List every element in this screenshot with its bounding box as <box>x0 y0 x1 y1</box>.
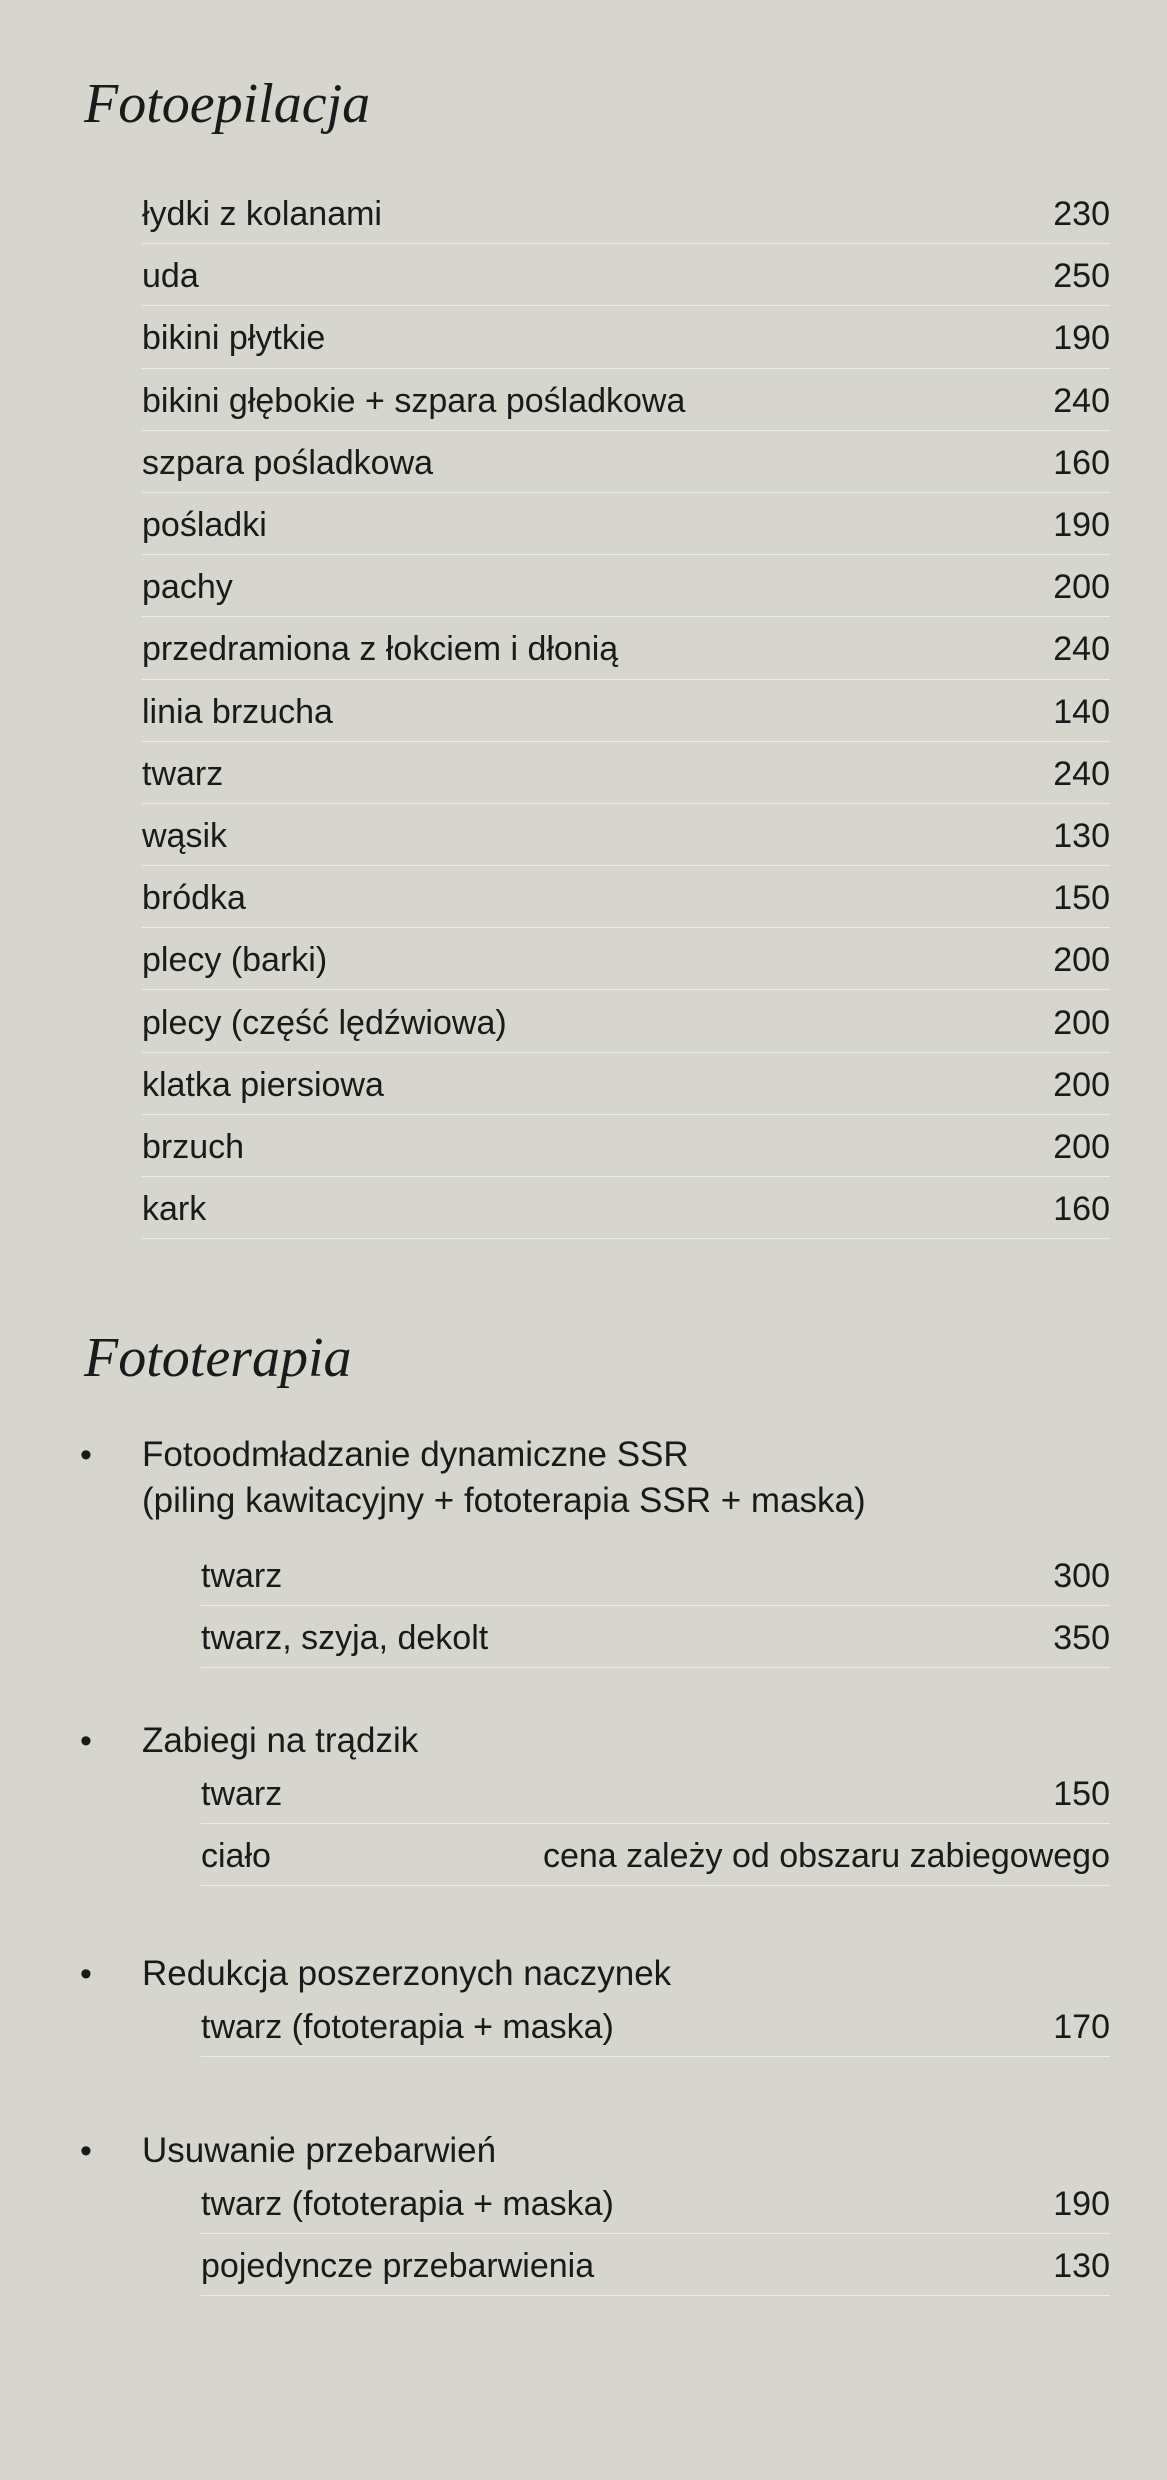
price-row: brzuch 200 <box>142 1115 1110 1177</box>
price-row: wąsik 130 <box>142 804 1110 867</box>
treatment-price: 160 <box>1053 1190 1110 1229</box>
treatment-name: bikini płytkie <box>142 319 326 358</box>
treatment-price: 350 <box>1053 1619 1110 1658</box>
price-row: bikini płytkie 190 <box>142 306 1110 369</box>
group-title-line: Fotoodmładzanie dynamiczne SSR <box>142 1435 689 1474</box>
treatment-name: plecy (część lędźwiowa) <box>142 1003 507 1042</box>
treatment-name: twarz <box>201 1775 283 1814</box>
treatment-name: twarz <box>142 754 224 793</box>
treatment-name: bródka <box>142 879 246 918</box>
treatment-name: linia brzucha <box>142 692 333 731</box>
treatment-price: 200 <box>1053 1127 1110 1166</box>
group-subtitle-line: (piling kawitacyjny + fototerapia SSR + … <box>142 1481 866 1520</box>
group-price-list: twarz (fototerapia + maska) 170 <box>201 1995 1110 2058</box>
price-row: twarz 150 <box>201 1762 1110 1825</box>
treatment-price: cena zależy od obszaru zabiegowego <box>542 1837 1110 1876</box>
group-title: Redukcja poszerzonych naczynek <box>142 1954 672 1993</box>
price-row: bikini głębokie + szpara pośladkowa 240 <box>142 369 1110 431</box>
price-row: klatka piersiowa 200 <box>142 1053 1110 1115</box>
bullet-marker: • <box>80 1436 92 1474</box>
price-row: plecy (część lędźwiowa) 200 <box>142 990 1110 1053</box>
treatment-name: bikini głębokie + szpara pośladkowa <box>142 381 686 420</box>
price-row: twarz (fototerapia + maska) 170 <box>201 1995 1110 2058</box>
treatment-name: szpara pośladkowa <box>142 443 434 482</box>
price-row: pojedyncze przebarwienia 130 <box>201 2234 1110 2297</box>
price-row: łydki z kolanami 230 <box>142 182 1110 245</box>
treatment-price: 150 <box>1053 879 1110 918</box>
treatment-price: 160 <box>1053 443 1110 482</box>
fotoepilacja-price-list: łydki z kolanami 230 uda 250 bikini płytki… <box>142 182 1110 1240</box>
group-price-list: twarz 300 twarz, szyja, dekolt 350 <box>201 1544 1110 1669</box>
bullet-marker: • <box>80 1955 92 1993</box>
treatment-price: 200 <box>1053 1003 1110 1042</box>
price-row: szpara pośladkowa 160 <box>142 431 1110 493</box>
treatment-name: łydki z kolanami <box>142 195 382 234</box>
treatment-price: 230 <box>1053 195 1110 234</box>
treatment-price: 130 <box>1053 2247 1110 2286</box>
group-title: Usuwanie przebarwień <box>142 2131 497 2170</box>
treatment-price: 250 <box>1053 257 1110 296</box>
treatment-name: uda <box>142 257 199 296</box>
treatment-price: 200 <box>1053 941 1110 980</box>
treatment-price: 190 <box>1053 506 1110 545</box>
group-title: Fotoodmładzanie dynamiczne SSR (piling k… <box>142 1432 866 1524</box>
treatment-name: klatka piersiowa <box>142 1065 384 1104</box>
price-row: plecy (barki) 200 <box>142 928 1110 991</box>
price-row: pachy 200 <box>142 555 1110 618</box>
group-price-list: twarz (fototerapia + maska) 190 pojedyncz… <box>201 2172 1110 2297</box>
bullet-marker: • <box>80 2132 92 2170</box>
treatment-price: 200 <box>1053 1065 1110 1104</box>
price-row: przedramiona z łokciem i dłonią 240 <box>142 617 1110 680</box>
treatment-price: 240 <box>1053 381 1110 420</box>
treatment-name: kark <box>142 1190 207 1229</box>
price-row: pośladki 190 <box>142 493 1110 556</box>
treatment-name: twarz <box>201 1557 283 1596</box>
treatment-name: pośladki <box>142 506 267 545</box>
treatment-name: twarz (fototerapia + maska) <box>201 2185 614 2224</box>
price-row: linia brzucha 140 <box>142 680 1110 742</box>
treatment-name: brzuch <box>142 1127 245 1166</box>
treatment-price: 130 <box>1053 816 1110 855</box>
price-list-page: Fotoepilacja łydki z kolanami 230 uda 250 … <box>0 0 1167 2480</box>
treatment-price: 150 <box>1053 1775 1110 1814</box>
bullet-marker: • <box>80 1722 92 1760</box>
treatment-price: 240 <box>1053 630 1110 669</box>
section-title-fotoepilacja: Fotoepilacja <box>84 73 371 135</box>
price-row: ciało cena zależy od obszaru zabiegowego <box>201 1824 1110 1887</box>
treatment-name: pojedyncze przebarwienia <box>201 2247 595 2286</box>
price-row: twarz (fototerapia + maska) 190 <box>201 2172 1110 2235</box>
treatment-price: 240 <box>1053 754 1110 793</box>
treatment-name: twarz (fototerapia + maska) <box>201 2008 614 2047</box>
treatment-name: wąsik <box>142 816 228 855</box>
treatment-price: 300 <box>1053 1557 1110 1596</box>
price-row: kark 160 <box>142 1177 1110 1240</box>
section-title-fototerapia: Fototerapia <box>84 1327 352 1389</box>
treatment-name: ciało <box>201 1837 271 1876</box>
price-row: uda 250 <box>142 244 1110 307</box>
treatment-price: 190 <box>1053 2185 1110 2224</box>
treatment-name: przedramiona z łokciem i dłonią <box>142 630 619 669</box>
group-price-list: twarz 150 ciało cena zależy od obszaru zab… <box>201 1762 1110 1887</box>
group-title: Zabiegi na trądzik <box>142 1721 419 1760</box>
price-row: twarz 300 <box>201 1544 1110 1607</box>
treatment-price: 190 <box>1053 319 1110 358</box>
price-row: twarz, szyja, dekolt 350 <box>201 1606 1110 1669</box>
treatment-price: 200 <box>1053 568 1110 607</box>
price-row: twarz 240 <box>142 742 1110 804</box>
treatment-price: 140 <box>1053 692 1110 731</box>
treatment-name: twarz, szyja, dekolt <box>201 1619 489 1658</box>
treatment-name: pachy <box>142 568 233 607</box>
treatment-name: plecy (barki) <box>142 941 328 980</box>
treatment-price: 170 <box>1053 2008 1110 2047</box>
price-row: bródka 150 <box>142 866 1110 929</box>
